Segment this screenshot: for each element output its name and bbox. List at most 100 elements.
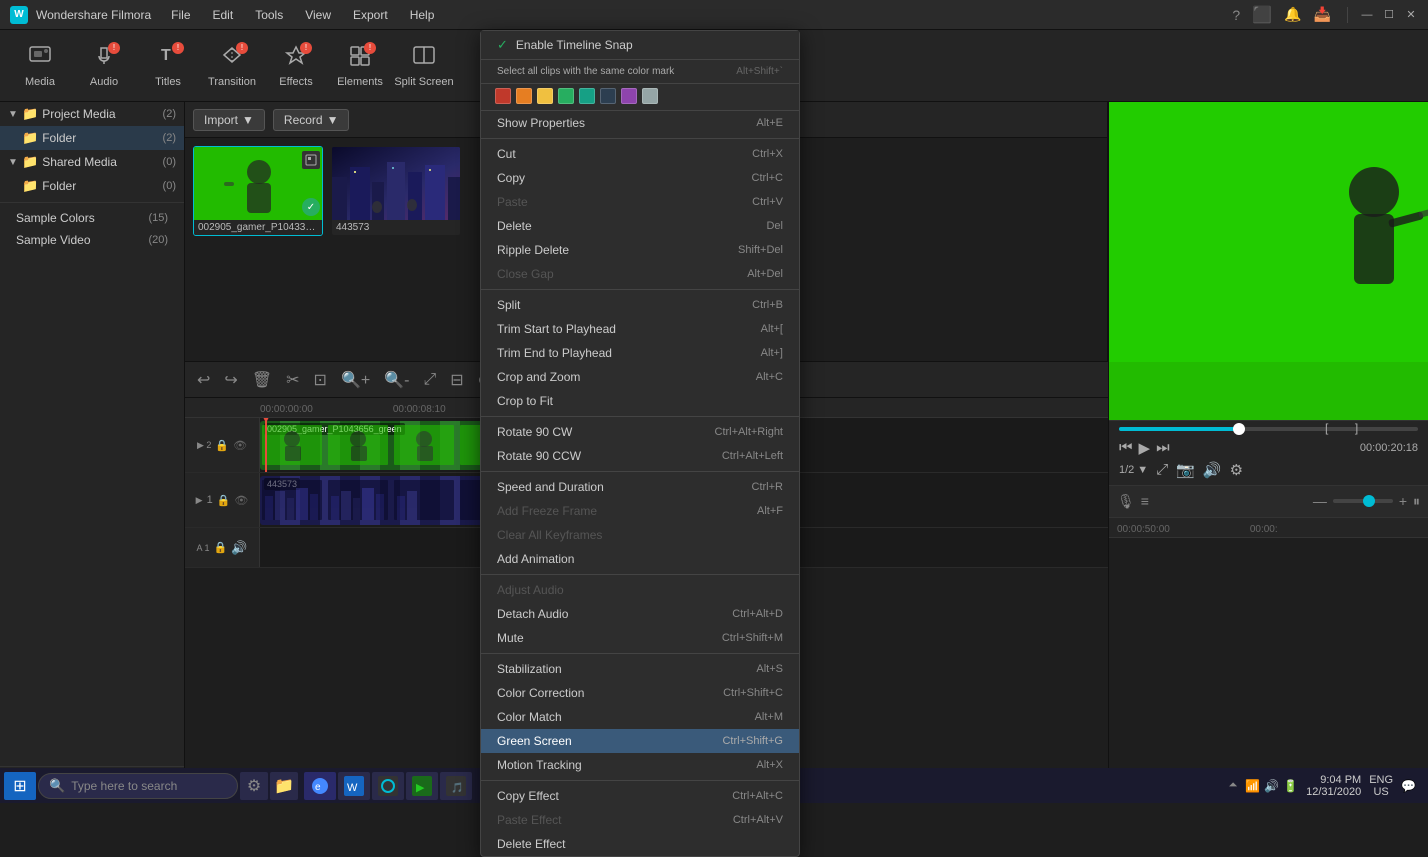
ratio-chevron-icon[interactable]: ▼	[1137, 464, 1148, 476]
undo-button[interactable]: ↩	[193, 368, 214, 392]
next-frame-button[interactable]: ⏭	[1156, 439, 1170, 456]
sample-colors-item[interactable]: Sample Colors (15)	[0, 207, 184, 229]
play-button[interactable]: ▶	[1139, 439, 1151, 457]
ctx-cut[interactable]: Cut Ctrl+X	[481, 142, 799, 166]
import-button[interactable]: Import ▼	[193, 109, 265, 131]
ctx-motion-tracking[interactable]: Motion Tracking Alt+X	[481, 753, 799, 777]
delete-button[interactable]: 🗑	[248, 368, 276, 392]
ctx-crop-fit[interactable]: Crop to Fit	[481, 389, 799, 413]
fullscreen-button[interactable]: ⤢	[1156, 461, 1168, 478]
ctx-color-correction[interactable]: Color Correction Ctrl+Shift+C	[481, 681, 799, 705]
ctx-copy-effect[interactable]: Copy Effect Ctrl+Alt+C	[481, 784, 799, 808]
ctx-delete[interactable]: Delete Del	[481, 214, 799, 238]
snap-button[interactable]: ⊟	[446, 368, 467, 392]
prev-frame-button[interactable]: ⏮	[1119, 439, 1133, 456]
taskbar-app-3[interactable]	[372, 772, 404, 800]
ctx-add-animation[interactable]: Add Animation	[481, 547, 799, 571]
color-orange[interactable]	[516, 88, 532, 104]
zoom-slider[interactable]	[1333, 499, 1393, 503]
fit-button[interactable]: ⤢	[419, 369, 440, 391]
start-button[interactable]: ⊞	[4, 772, 36, 800]
toolbar-transition[interactable]: ! Transition	[202, 36, 262, 96]
toolbar-media[interactable]: Media	[10, 36, 70, 96]
zoom-thumb[interactable]	[1363, 495, 1375, 507]
color-red[interactable]	[495, 88, 511, 104]
color-dark[interactable]	[600, 88, 616, 104]
maximize-button[interactable]: ☐	[1382, 8, 1396, 22]
taskbar-sound-icon[interactable]: 🔊	[1264, 779, 1279, 793]
ctx-green-screen[interactable]: Green Screen Ctrl+Shift+G	[481, 729, 799, 753]
menu-export[interactable]: Export	[349, 6, 392, 24]
ctx-show-properties[interactable]: Show Properties Alt+E	[481, 111, 799, 135]
screenshot-button[interactable]: 📷	[1176, 461, 1195, 479]
redo-button[interactable]: ↪	[220, 368, 241, 392]
ctx-detach-audio[interactable]: Detach Audio Ctrl+Alt+D	[481, 602, 799, 626]
color-purple[interactable]	[621, 88, 637, 104]
color-gray[interactable]	[642, 88, 658, 104]
track-v1-lock[interactable]: 🔒	[217, 494, 231, 507]
ctx-split[interactable]: Split Ctrl+B	[481, 293, 799, 317]
close-button[interactable]: ✕	[1404, 8, 1418, 22]
taskbar-battery-icon[interactable]: 🔋	[1283, 779, 1298, 793]
zoom-in-button[interactable]: 🔍+	[337, 368, 374, 392]
zoom-out-button[interactable]: 🔍-	[380, 368, 413, 392]
menu-file[interactable]: File	[167, 6, 194, 24]
track-v1-eye[interactable]: 👁	[234, 494, 248, 507]
settings-button[interactable]: ⚙	[1230, 461, 1243, 479]
zoom-minus-icon[interactable]: —	[1313, 493, 1327, 509]
ctx-speed-duration[interactable]: Speed and Duration Ctrl+R	[481, 475, 799, 499]
media-thumb-clip2[interactable]: 443573	[331, 146, 461, 236]
menu-help[interactable]: Help	[406, 6, 439, 24]
ctx-trim-start[interactable]: Trim Start to Playhead Alt+[	[481, 317, 799, 341]
ctx-copy[interactable]: Copy Ctrl+C	[481, 166, 799, 190]
mic-button[interactable]: 🎙	[1117, 493, 1135, 510]
crop-button[interactable]: ⊡	[310, 368, 331, 392]
taskbar-settings-icon[interactable]: ⚙	[240, 772, 268, 800]
sample-video-item[interactable]: Sample Video (20)	[0, 229, 184, 251]
minimize-button[interactable]: —	[1360, 8, 1374, 22]
preview-progress-thumb[interactable]	[1233, 423, 1245, 435]
color-teal[interactable]	[579, 88, 595, 104]
media-thumb-clip1[interactable]: ✓ 002905_gamer_P104335...	[193, 146, 323, 236]
taskbar-folder-icon[interactable]: 📁	[270, 772, 298, 800]
ctx-rotate-cw[interactable]: Rotate 90 CW Ctrl+Alt+Right	[481, 420, 799, 444]
toolbar-titles[interactable]: T ! Titles	[138, 36, 198, 96]
tree-shared-media[interactable]: ▼ 📁 Shared Media (0)	[0, 150, 184, 174]
ctx-rotate-ccw[interactable]: Rotate 90 CCW Ctrl+Alt+Left	[481, 444, 799, 468]
record-button[interactable]: Record ▼	[273, 109, 350, 131]
ctx-mute[interactable]: Mute Ctrl+Shift+M	[481, 626, 799, 650]
ctx-color-match[interactable]: Color Match Alt+M	[481, 705, 799, 729]
track-lock-icon[interactable]: 🔒	[215, 439, 229, 452]
taskbar-notification-icon[interactable]: 💬	[1401, 779, 1416, 793]
taskbar-app-1[interactable]: e	[304, 772, 336, 800]
track-a1-volume[interactable]: 🔊	[231, 540, 247, 556]
taskbar-network-icon[interactable]: 📶	[1245, 779, 1260, 793]
color-yellow[interactable]	[537, 88, 553, 104]
preview-progress-bar[interactable]: [ ]	[1119, 427, 1418, 431]
menu-tools[interactable]: Tools	[251, 6, 287, 24]
taskbar-app-4[interactable]: ▶	[406, 772, 438, 800]
menu-view[interactable]: View	[301, 6, 335, 24]
ctx-ripple-delete[interactable]: Ripple Delete Shift+Del	[481, 238, 799, 262]
toolbar-audio[interactable]: ! Audio	[74, 36, 134, 96]
track-a1-lock[interactable]: 🔒	[214, 541, 228, 554]
tree-project-media[interactable]: ▼ 📁 Project Media (2)	[0, 102, 184, 126]
ctx-timeline-snap[interactable]: ✓ Enable Timeline Snap	[481, 31, 799, 60]
menu-edit[interactable]: Edit	[209, 6, 238, 24]
pause-icon[interactable]: ⏸	[1413, 493, 1420, 510]
cut-button[interactable]: ✂	[282, 368, 303, 392]
taskbar-search[interactable]: 🔍 Type here to search	[38, 773, 238, 799]
ctx-delete-effect[interactable]: Delete Effect	[481, 832, 799, 856]
toolbar-effects[interactable]: ! Effects	[266, 36, 326, 96]
zoom-plus-icon[interactable]: +	[1399, 493, 1407, 509]
ctx-trim-end[interactable]: Trim End to Playhead Alt+]	[481, 341, 799, 365]
taskbar-app-2[interactable]: W	[338, 772, 370, 800]
taskbar-expand-icon[interactable]: ⏶	[1228, 779, 1237, 792]
tree-folder-shared[interactable]: 📁 Folder (0)	[0, 174, 184, 198]
tree-folder[interactable]: 📁 Folder (2)	[0, 126, 184, 150]
taskbar-app-5[interactable]: 🎵	[440, 772, 472, 800]
track-eye-icon[interactable]: 👁	[233, 439, 247, 452]
toolbar-splitscreen[interactable]: Split Screen	[394, 36, 454, 96]
volume-button[interactable]: 🔊	[1203, 461, 1222, 479]
ctx-stabilization[interactable]: Stabilization Alt+S	[481, 657, 799, 681]
